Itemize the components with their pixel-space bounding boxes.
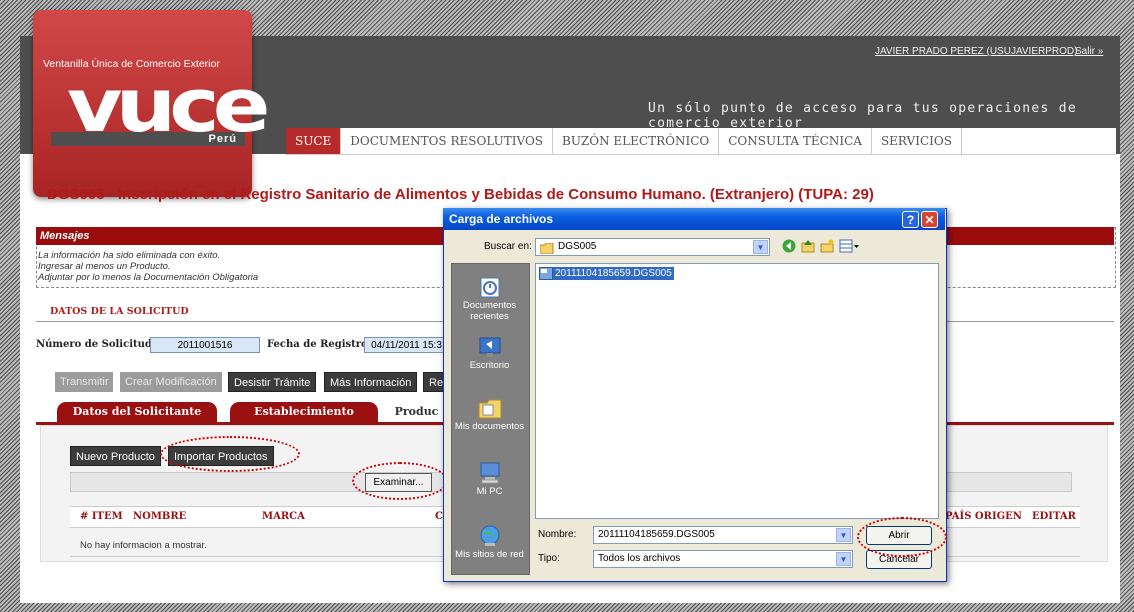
- back-icon[interactable]: [782, 239, 796, 253]
- message-line: Ingresar al menos un Producto.: [38, 261, 171, 272]
- request-number-label: Número de Solicitud:: [36, 339, 156, 350]
- registration-date-label: Fecha de Registro:: [267, 339, 372, 350]
- nav-buzon-electronico[interactable]: BUZÓN ELECTRÓNICO: [553, 128, 720, 154]
- my-documents-icon: [478, 397, 502, 419]
- place-label: Mis sitios de red: [455, 549, 524, 560]
- place-label: Escritorio: [469, 360, 510, 371]
- help-icon[interactable]: ?: [902, 211, 919, 228]
- highlight-open-oval: [857, 517, 947, 557]
- main-nav: SUCE DOCUMENTOS RESOLUTIVOS BUZÓN ELECTR…: [286, 128, 1116, 155]
- network-places-icon: [478, 525, 502, 547]
- re-button[interactable]: Re: [423, 372, 445, 392]
- nav-consulta-tecnica[interactable]: CONSULTA TÉCNICA: [719, 128, 872, 154]
- registration-date-field[interactable]: 04/11/2011 15:3: [364, 337, 449, 353]
- filetype-select[interactable]: Todos los archivos: [593, 550, 853, 568]
- tab-datos-solicitante[interactable]: Datos del Solicitante: [57, 402, 217, 422]
- file-icon: [539, 267, 553, 280]
- up-folder-icon[interactable]: [801, 239, 815, 253]
- vuce-logo[interactable]: Ventanilla Única de Comercio Exterior vu…: [33, 10, 271, 197]
- table-header: C: [435, 511, 443, 522]
- place-label: Documentos recientes: [462, 300, 517, 322]
- page-title: DGS005 - Inscripción en el Registro Sani…: [47, 186, 874, 203]
- user-name-link[interactable]: JAVIER PRADO PEREZ (USUJAVIERPROD): [875, 46, 1077, 57]
- create-modification-button[interactable]: Crear Modificación: [120, 372, 222, 392]
- table-header: PAÍS ORIGEN: [945, 511, 1022, 522]
- table-header: MARCA: [262, 511, 305, 522]
- place-my-computer[interactable]: Mi PC: [451, 462, 528, 497]
- table-header: # ITEM: [80, 511, 123, 522]
- brand-logo-text: vuce: [67, 63, 271, 149]
- place-recent-documents[interactable]: Documentos recientes: [451, 276, 528, 322]
- filename-label: Nombre:: [538, 529, 577, 540]
- look-in-select[interactable]: DGS005: [535, 238, 770, 256]
- chevron-down-icon[interactable]: ▼: [753, 240, 768, 254]
- tab-productos[interactable]: Produc: [390, 402, 443, 422]
- message-line: Adjuntar por lo menos la Documentación O…: [38, 272, 259, 283]
- my-computer-icon: [478, 462, 502, 484]
- file-item[interactable]: 20111104185659.DGS005: [553, 267, 674, 280]
- table-header: EDITAR: [1032, 511, 1076, 522]
- message-line: La información ha sido eliminada con éxi…: [38, 250, 221, 261]
- view-menu-icon[interactable]: [839, 239, 861, 253]
- chevron-down-icon[interactable]: ▼: [836, 552, 851, 566]
- nav-documentos-resolutivos[interactable]: DOCUMENTOS RESOLUTIVOS: [341, 128, 553, 154]
- header-tagline: Un sólo punto de acceso para tus operaci…: [648, 101, 1077, 131]
- dialog-title: Carga de archivos: [443, 208, 945, 230]
- tab-establecimiento[interactable]: Establecimiento: [230, 402, 378, 422]
- new-folder-icon[interactable]: [820, 239, 834, 253]
- logout-link[interactable]: Salir »: [1075, 46, 1103, 57]
- folder-icon: [539, 241, 554, 255]
- look-in-label: Buscar en:: [484, 241, 532, 252]
- place-label: Mis documentos: [454, 421, 525, 432]
- nav-servicios[interactable]: SERVICIOS: [872, 128, 962, 154]
- highlight-browse-oval: [352, 462, 448, 500]
- place-network[interactable]: Mis sitios de red: [451, 525, 528, 560]
- chevron-down-icon[interactable]: ▼: [836, 528, 851, 542]
- place-my-documents[interactable]: Mis documentos: [451, 397, 528, 432]
- more-info-button[interactable]: Más Información: [324, 372, 418, 392]
- desist-button[interactable]: Desistir Trámite: [228, 372, 317, 392]
- nav-suce[interactable]: SUCE: [286, 128, 342, 154]
- place-label: Mi PC: [476, 486, 503, 497]
- filetype-label: Tipo:: [538, 553, 560, 564]
- transmit-button[interactable]: Transmitir: [55, 372, 114, 392]
- section-title: DATOS DE LA SOLICITUD: [50, 306, 189, 317]
- empty-table-message: No hay informacion a mostrar.: [80, 540, 207, 551]
- brand-country: Perú: [51, 132, 245, 146]
- file-list: [535, 263, 939, 519]
- highlight-import-oval: [160, 436, 300, 472]
- table-header: NOMBRE: [133, 511, 187, 522]
- place-desktop[interactable]: Escritorio: [451, 336, 528, 371]
- desktop-icon: [478, 336, 502, 358]
- close-icon[interactable]: ✕: [921, 211, 938, 228]
- look-in-value: DGS005: [558, 241, 597, 252]
- new-product-button[interactable]: Nuevo Producto: [70, 446, 161, 466]
- recent-documents-icon: [478, 276, 502, 298]
- filename-input[interactable]: 20111104185659.DGS005: [593, 526, 853, 544]
- request-number-field[interactable]: 2011001516: [150, 337, 260, 353]
